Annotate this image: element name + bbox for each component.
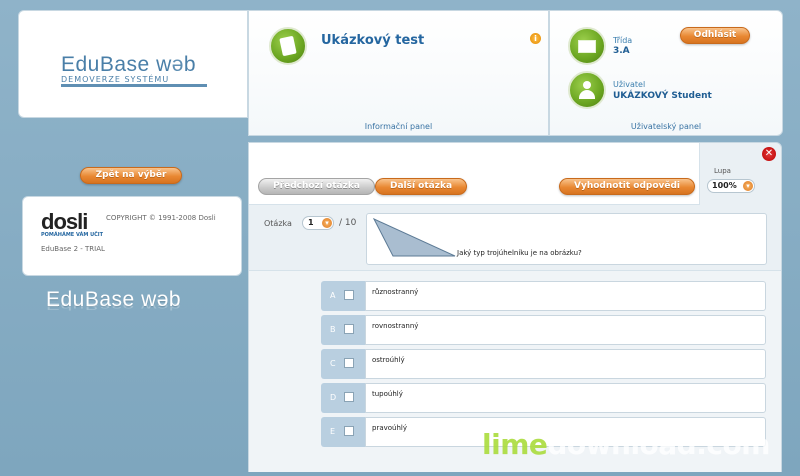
class-value: 3.A bbox=[613, 46, 630, 56]
chevron-down-icon[interactable]: ▾ bbox=[322, 218, 332, 228]
answer-letter: B bbox=[330, 325, 336, 334]
watermark-lime: lime bbox=[482, 428, 548, 461]
evaluate-answers-button[interactable]: Vyhodnotit odpovědi bbox=[559, 178, 695, 195]
logout-button[interactable]: Odhlásit bbox=[680, 27, 750, 44]
question-text: Jaký typ trojúhelníku je na obrázku? bbox=[457, 249, 582, 257]
next-question-button[interactable]: Další otázka bbox=[375, 178, 467, 195]
zoom-label: Lupa bbox=[714, 167, 731, 175]
brand-name-part2: b bbox=[183, 53, 197, 76]
answer-letter: A bbox=[330, 291, 336, 300]
answer-checkbox-e[interactable] bbox=[344, 426, 354, 436]
answer-text: tupoúhlý bbox=[372, 390, 403, 398]
watermark-rest: download.com bbox=[547, 428, 770, 461]
question-toolbar: Předchozí otázka Další otázka Vyhodnotit… bbox=[249, 143, 700, 205]
logo-panel: EduBase wəb DEMOVERZE SYSTÉMU bbox=[18, 10, 248, 118]
dosli-panel: dosli POMÁHÁME VÁM UČIT COPYRIGHT © 1991… bbox=[22, 196, 242, 276]
dosli-tagline: POMÁHÁME VÁM UČIT bbox=[41, 232, 104, 238]
answer-letter: D bbox=[330, 393, 337, 402]
user-avatar-icon bbox=[568, 71, 606, 109]
answer-row-a[interactable]: A různostranný bbox=[321, 281, 766, 311]
answer-row-d[interactable]: D tupoúhlý bbox=[321, 383, 766, 413]
question-current-number: 1 bbox=[308, 218, 314, 227]
info-panel: Ukázkový test i Informační panel bbox=[248, 10, 549, 136]
close-icon[interactable]: ✕ bbox=[762, 147, 776, 161]
user-panel-caption: Uživatelský panel bbox=[630, 122, 702, 131]
answer-text: pravoúhlý bbox=[372, 424, 407, 432]
brand-name-part1: EduBase w bbox=[61, 53, 172, 76]
version-text: EduBase 2 - TRIAL bbox=[41, 245, 105, 253]
answer-checkbox-a[interactable] bbox=[344, 290, 354, 300]
class-board-icon bbox=[568, 27, 606, 65]
question-label: Otázka bbox=[264, 219, 292, 228]
back-to-selection-button[interactable]: Zpět na výběr bbox=[80, 167, 182, 184]
chevron-down-icon[interactable]: ▾ bbox=[743, 181, 753, 191]
zoom-value: 100% bbox=[712, 181, 737, 190]
test-title: Ukázkový test bbox=[321, 33, 425, 48]
user-value: UKÁZKOVÝ Student bbox=[613, 91, 712, 101]
answer-checkbox-c[interactable] bbox=[344, 358, 354, 368]
question-number-select[interactable]: 1 ▾ bbox=[302, 216, 334, 230]
answer-checkbox-b[interactable] bbox=[344, 324, 354, 334]
edubase-bottom-logo-reflection: EduBase wəb bbox=[46, 300, 182, 313]
triangle-image bbox=[372, 217, 456, 257]
answer-checkbox-d[interactable] bbox=[344, 392, 354, 402]
test-main-area: Předchozí otázka Další otázka Vyhodnotit… bbox=[248, 142, 782, 472]
answer-row-b[interactable]: B rovnostranný bbox=[321, 315, 766, 345]
brand-e-glyph: ə bbox=[171, 53, 184, 76]
watermark: limedownload.com bbox=[482, 428, 770, 461]
copyright-text: COPYRIGHT © 1991-2008 Dosli bbox=[106, 214, 216, 222]
user-label: Uživatel bbox=[613, 80, 646, 89]
answer-text: různostranný bbox=[372, 288, 419, 296]
class-label: Třída bbox=[613, 36, 633, 45]
question-total: / 10 bbox=[339, 218, 357, 228]
info-panel-caption: Informační panel bbox=[364, 122, 433, 131]
answer-text: rovnostranný bbox=[372, 322, 419, 330]
answer-letter: E bbox=[330, 427, 336, 436]
info-icon[interactable]: i bbox=[530, 33, 541, 44]
answer-letter: C bbox=[330, 359, 336, 368]
zoom-select[interactable]: 100% ▾ bbox=[707, 179, 755, 193]
question-box: Jaký typ trojúhelníku je na obrázku? bbox=[366, 213, 767, 265]
answer-text: ostroúhlý bbox=[372, 356, 405, 364]
edubase-logo: EduBase wəb DEMOVERZE SYSTÉMU bbox=[61, 53, 207, 87]
previous-question-button[interactable]: Předchozí otázka bbox=[258, 178, 375, 195]
test-document-icon bbox=[269, 27, 307, 65]
answer-row-c[interactable]: C ostroúhlý bbox=[321, 349, 766, 379]
user-panel: Třída 3.A Odhlásit Uživatel UKÁZKOVÝ Stu… bbox=[549, 10, 783, 136]
